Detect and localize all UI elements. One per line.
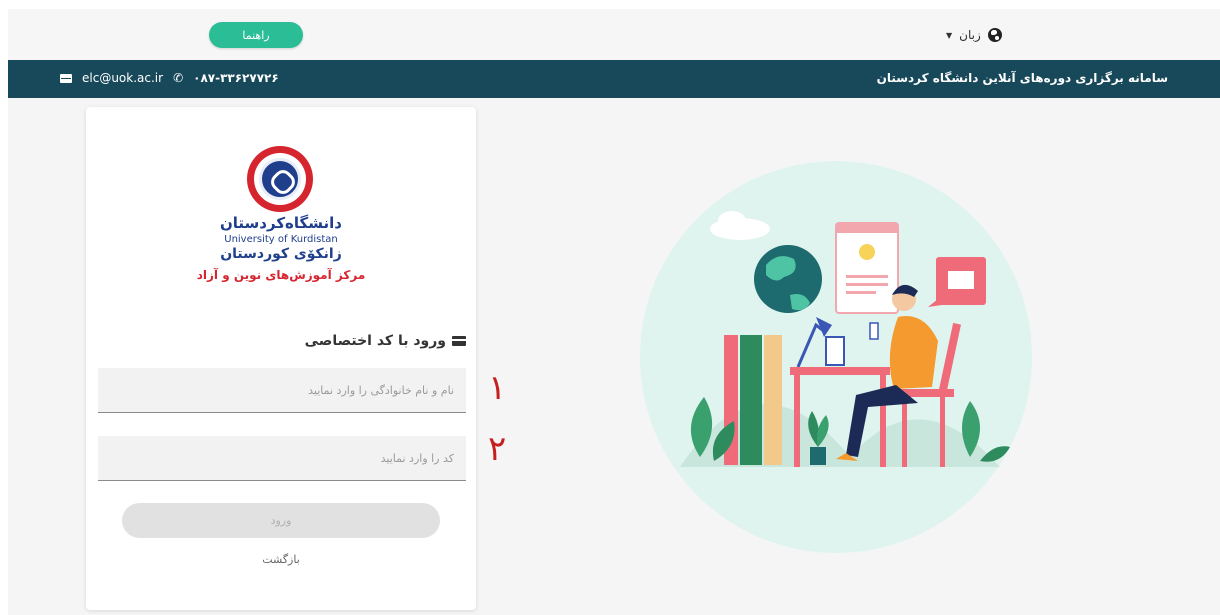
access-code-input[interactable] <box>98 436 466 481</box>
login-heading-text: ورود با کد اختصاصی <box>304 333 446 349</box>
header-info-bar: elc@uok.ac.ir ✆ ۰۸۷-۳۳۶۲۷۷۲۶ سامانه برگز… <box>8 60 1220 98</box>
help-button[interactable]: راهنما <box>209 22 303 48</box>
id-card-icon <box>452 336 466 346</box>
contact-phone[interactable]: ۰۸۷-۳۳۶۲۷۷۲۶ <box>193 71 279 85</box>
back-link[interactable]: بازگشت <box>86 553 476 566</box>
full-name-input[interactable] <box>98 368 466 413</box>
contact-info: elc@uok.ac.ir ✆ ۰۸۷-۳۳۶۲۷۷۲۶ <box>60 71 279 85</box>
university-seal-logo <box>247 146 313 212</box>
phone-icon: ✆ <box>173 71 184 85</box>
login-heading: ورود با کد اختصاصی <box>305 333 466 349</box>
university-name-ku: زانکۆی کوردستان <box>220 246 342 262</box>
top-bar <box>8 9 1220 60</box>
language-selector[interactable]: ▼ زبان <box>946 25 1002 45</box>
site-title: سامانه برگزاری دوره‌های آنلاین دانشگاه ک… <box>876 71 1168 85</box>
login-button[interactable]: ورود <box>122 503 440 538</box>
contact-email[interactable]: elc@uok.ac.ir <box>82 71 163 85</box>
annotation-number-1: ۱ <box>488 368 507 408</box>
university-name-fa: دانشگاه‌کردستان <box>219 214 342 232</box>
language-label: زبان <box>959 28 981 42</box>
center-name: مرکز آموزش‌های نوین و آزاد <box>196 268 366 282</box>
globe-icon <box>987 28 1002 42</box>
login-card: دانشگاه‌کردستان University of Kurdistan … <box>86 107 476 610</box>
university-name-en: University of Kurdistan <box>224 234 338 245</box>
online-learning-illustration <box>640 161 1032 553</box>
caret-down-icon: ▼ <box>946 30 953 40</box>
annotation-number-2: ۲ <box>488 429 507 469</box>
envelope-icon <box>60 73 72 83</box>
